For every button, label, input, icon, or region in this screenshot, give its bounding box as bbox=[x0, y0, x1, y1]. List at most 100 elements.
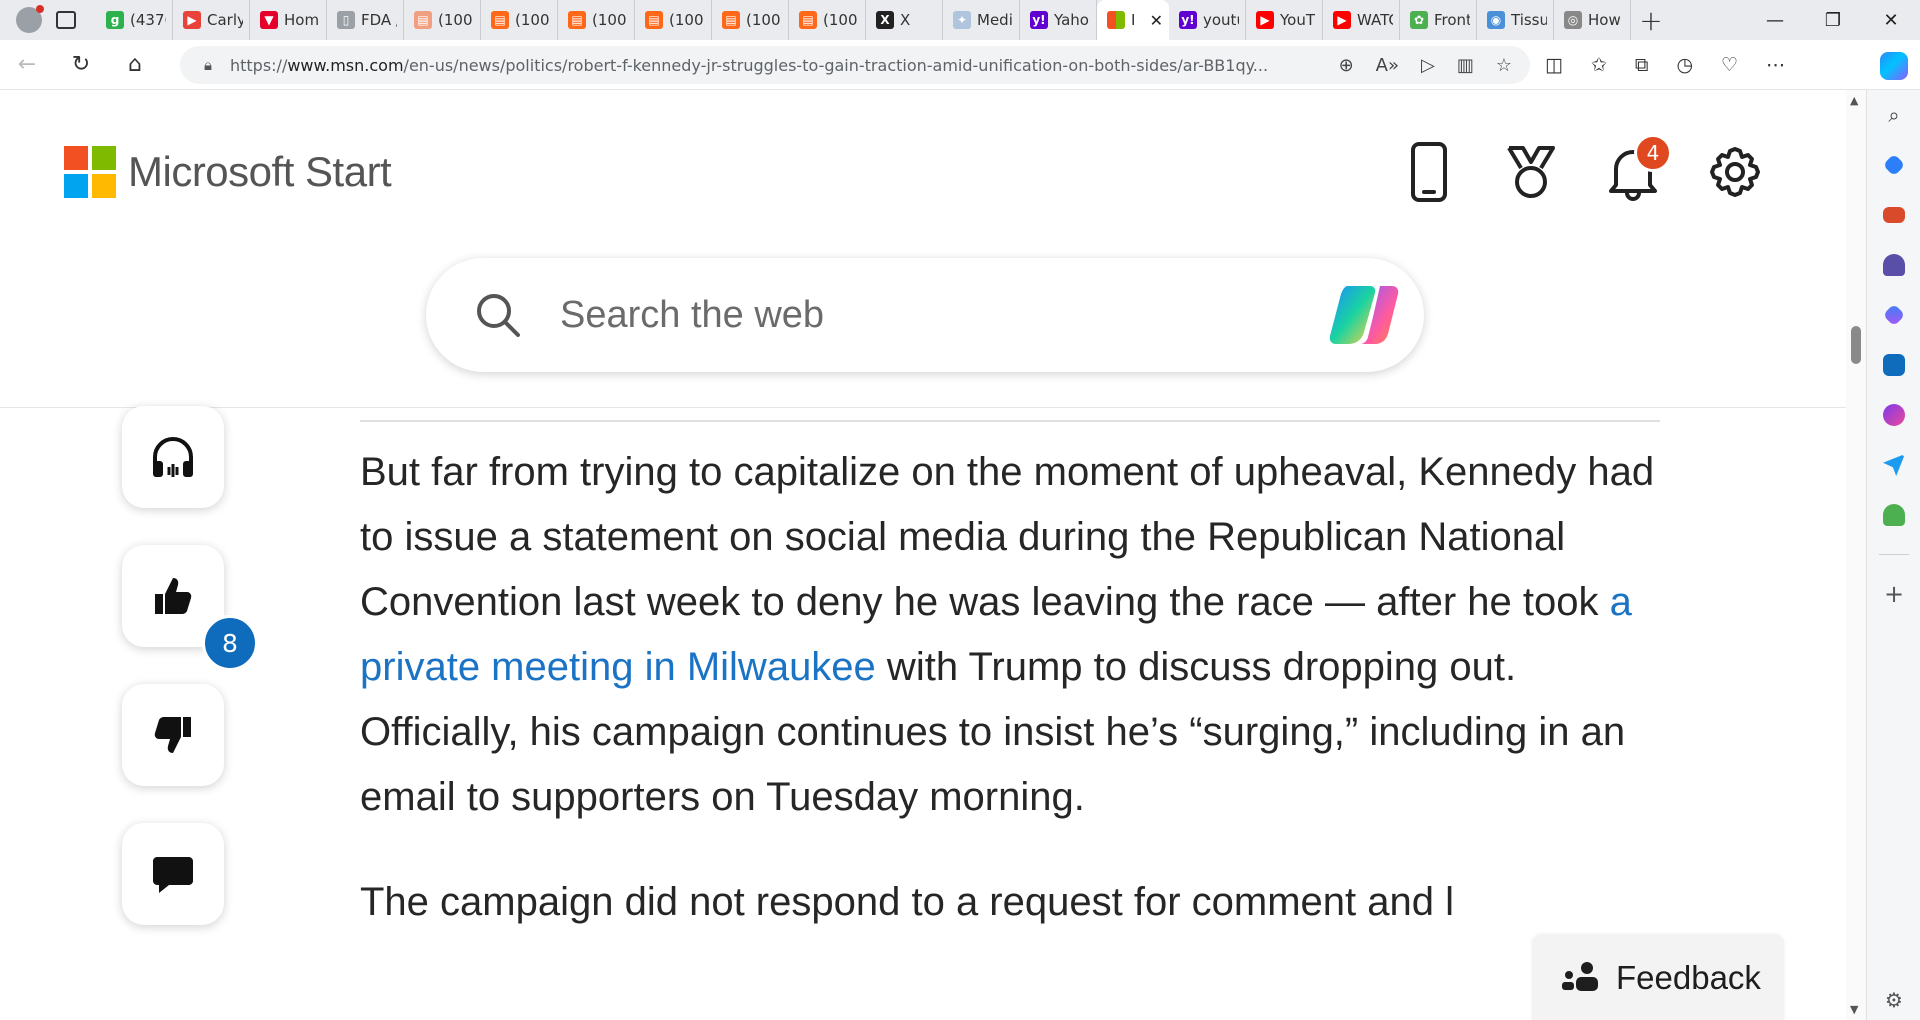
sidebar-designer-icon[interactable] bbox=[1867, 390, 1920, 440]
browser-tab-active[interactable]: I ✕ bbox=[1097, 0, 1169, 40]
browser-tab[interactable]: ▤ (100) bbox=[481, 0, 558, 40]
collections-icon[interactable]: ⧉ bbox=[1635, 54, 1649, 76]
home-button[interactable]: ⌂ bbox=[108, 40, 162, 90]
thumbs-down-icon bbox=[154, 717, 191, 753]
like-count-badge: 8 bbox=[202, 615, 258, 671]
immersive-reader-icon[interactable]: ▥ bbox=[1457, 55, 1474, 76]
browser-tab[interactable]: ✦ Medi bbox=[943, 0, 1020, 40]
sidebar-games-icon[interactable] bbox=[1867, 240, 1920, 290]
url-host: www.msn.com bbox=[287, 55, 404, 75]
favorite-star-icon[interactable]: ☆ bbox=[1496, 55, 1512, 76]
sidebar-tree-icon[interactable] bbox=[1867, 490, 1920, 540]
page-scrollbar[interactable]: ▲ ▼ bbox=[1846, 90, 1866, 1020]
profile-avatar[interactable] bbox=[16, 5, 44, 33]
sidebar-send-icon[interactable] bbox=[1867, 440, 1920, 490]
toolbar-right-actions: ◫ ✩ ⧉ ◷ ♡ ⋯ bbox=[1545, 40, 1785, 90]
sidebar-tools-icon[interactable] bbox=[1867, 190, 1920, 240]
browser-tab[interactable]: ▤ (100) bbox=[635, 0, 712, 40]
browser-tab[interactable]: ◉ Tissu bbox=[1477, 0, 1554, 40]
browser-tab[interactable]: ▶ YouT bbox=[1246, 0, 1323, 40]
comment-icon bbox=[153, 857, 193, 893]
lock-icon[interactable]: 🔒︎ bbox=[204, 56, 212, 74]
dislike-button[interactable] bbox=[122, 684, 224, 786]
notification-count-badge: 4 bbox=[1634, 134, 1672, 172]
tab-title: YouT bbox=[1280, 11, 1316, 29]
comments-button[interactable] bbox=[122, 823, 224, 925]
brand-name[interactable]: Microsoft Start bbox=[128, 146, 392, 198]
article-divider bbox=[360, 420, 1660, 422]
logo-square-blue bbox=[64, 174, 88, 198]
rewards-medal-icon[interactable] bbox=[1502, 140, 1560, 204]
tab-list: g (4376 ▶ Carly ▼ Home ▯ FDA / ▤ (100) ▤ (100) ▤ (100… bbox=[96, 0, 1631, 40]
browser-tab[interactable]: y! Yaho bbox=[1020, 0, 1097, 40]
split-screen-icon[interactable]: ◫ bbox=[1545, 54, 1563, 76]
browser-tab[interactable]: ▶ WATC bbox=[1323, 0, 1400, 40]
history-icon[interactable]: ◷ bbox=[1676, 54, 1693, 76]
maximize-icon[interactable]: ❐ bbox=[1804, 0, 1862, 40]
back-button[interactable]: ← bbox=[0, 40, 54, 90]
copilot-sidebar-icon[interactable] bbox=[1880, 52, 1908, 80]
more-menu-icon[interactable]: ⋯ bbox=[1766, 54, 1785, 76]
sidebar-outlook-icon[interactable] bbox=[1867, 340, 1920, 390]
tab-favicon-icon: y! bbox=[1030, 11, 1048, 29]
tab-favicon-icon: ▯ bbox=[337, 11, 355, 29]
new-tab-button[interactable]: + bbox=[1631, 0, 1671, 40]
tab-actions-icon[interactable] bbox=[56, 11, 76, 29]
copilot-icon[interactable] bbox=[1328, 280, 1402, 350]
browser-tab[interactable]: ▼ Home bbox=[250, 0, 327, 40]
browser-tab[interactable]: ▤ (100) bbox=[558, 0, 635, 40]
tab-title: (100) bbox=[823, 11, 859, 29]
listen-button[interactable] bbox=[122, 406, 224, 508]
browser-tab[interactable]: ▯ FDA / bbox=[327, 0, 404, 40]
browser-toolbar: ← ↻ ⌂ 🔒︎ https://www.msn.com/en-us/news/… bbox=[0, 40, 1920, 90]
web-page: Microsoft Start 4 Search the web But far… bbox=[0, 90, 1846, 1020]
paragraph-text: But far from trying to capitalize on the… bbox=[360, 450, 1655, 624]
search-placeholder[interactable]: Search the web bbox=[560, 294, 824, 337]
tab-favicon-icon: ▶ bbox=[1333, 11, 1351, 29]
browser-tab[interactable]: XX bbox=[866, 0, 943, 40]
refresh-button[interactable]: ↻ bbox=[54, 40, 108, 90]
sidebar-shopping-icon[interactable] bbox=[1867, 140, 1920, 190]
browser-tab[interactable]: ▤ (100) bbox=[712, 0, 789, 40]
read-aloud-icon[interactable]: A» bbox=[1376, 55, 1399, 76]
close-tab-icon[interactable]: ✕ bbox=[1150, 11, 1163, 30]
favorites-icon[interactable]: ✩ bbox=[1591, 54, 1607, 76]
scroll-down-arrow-icon[interactable]: ▼ bbox=[1850, 1003, 1858, 1016]
web-search-box[interactable]: Search the web bbox=[426, 258, 1424, 372]
tab-favicon-icon: ▤ bbox=[414, 11, 432, 29]
app-available-icon[interactable]: ▷ bbox=[1421, 55, 1435, 76]
url-path: /en-us/news/politics/robert-f-kennedy-jr… bbox=[403, 55, 1269, 75]
close-window-icon[interactable]: ✕ bbox=[1862, 0, 1920, 40]
scroll-up-arrow-icon[interactable]: ▲ bbox=[1850, 94, 1858, 107]
notifications-bell-icon[interactable]: 4 bbox=[1604, 134, 1672, 204]
tab-title: Medi bbox=[977, 11, 1013, 29]
sidebar-search-icon[interactable]: ⌕ bbox=[1867, 90, 1920, 140]
paragraph-text: The campaign did not respond to a reques… bbox=[360, 880, 1454, 924]
logo-square-red bbox=[64, 146, 88, 170]
edge-sidebar: ⌕ + ⚙ bbox=[1866, 90, 1920, 1020]
minimize-icon[interactable]: — bbox=[1746, 0, 1804, 40]
browser-tab[interactable]: ▤ (100) bbox=[789, 0, 866, 40]
logo-square-green bbox=[92, 146, 116, 170]
sidebar-settings-icon[interactable]: ⚙ bbox=[1867, 988, 1920, 1012]
sidebar-add-icon[interactable]: + bbox=[1867, 569, 1920, 619]
browser-tab[interactable]: ▶ Carly bbox=[173, 0, 250, 40]
mobile-app-icon[interactable] bbox=[1400, 140, 1458, 204]
sidebar-microsoft365-icon[interactable] bbox=[1867, 290, 1920, 340]
url-text[interactable]: https://www.msn.com/en-us/news/politics/… bbox=[230, 56, 1270, 75]
browser-tab[interactable]: ◎ How bbox=[1554, 0, 1631, 40]
feedback-button[interactable]: Feedback bbox=[1532, 935, 1784, 1020]
settings-gear-icon[interactable] bbox=[1706, 140, 1764, 204]
browser-tab[interactable]: g (4376 bbox=[96, 0, 173, 40]
zoom-icon[interactable]: ⊕ bbox=[1339, 55, 1354, 76]
article-paragraph: The campaign did not respond to a reques… bbox=[360, 870, 1660, 935]
browser-tab[interactable]: ✿ Front bbox=[1400, 0, 1477, 40]
address-bar[interactable]: 🔒︎ https://www.msn.com/en-us/news/politi… bbox=[180, 46, 1530, 84]
browser-essentials-icon[interactable]: ♡ bbox=[1721, 54, 1738, 76]
microsoft-logo-icon[interactable] bbox=[64, 146, 116, 198]
scrollbar-thumb[interactable] bbox=[1851, 326, 1861, 364]
address-bar-actions: ⊕ A» ▷ ▥ ☆ bbox=[1339, 55, 1530, 76]
tab-favicon-icon: ✿ bbox=[1410, 11, 1428, 29]
browser-tab[interactable]: y! youtu bbox=[1169, 0, 1246, 40]
browser-tab[interactable]: ▤ (100) bbox=[404, 0, 481, 40]
